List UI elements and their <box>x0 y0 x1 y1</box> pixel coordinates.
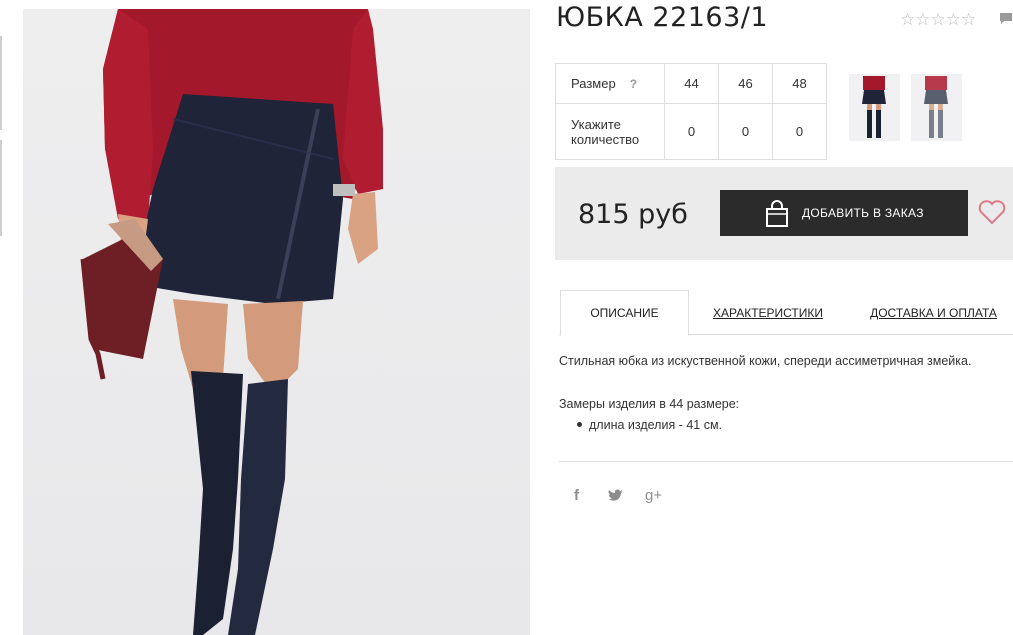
product-tabs: ОПИСАНИЕ ХАРАКТЕРИСТИКИ ДОСТАВКА И ОПЛАТ… <box>559 290 1013 336</box>
size-option-46: 46 <box>718 63 773 104</box>
size-quantity-table: Размер? 44 46 48 Укажите количество 0 0 … <box>555 63 827 160</box>
quantity-label-line2: количество <box>571 131 640 147</box>
googleplus-icon[interactable]: g+ <box>645 487 662 504</box>
size-help-icon[interactable]: ? <box>630 77 637 91</box>
gallery-edge-marker <box>0 36 2 130</box>
size-option-48: 48 <box>772 63 827 104</box>
measurements-title: Замеры изделия в 44 размере: <box>559 397 740 411</box>
facebook-icon[interactable]: f <box>574 487 579 504</box>
product-title: ЮБКА 22163/1 <box>556 2 769 33</box>
measurement-item-text: длина изделия - 41 см. <box>589 418 723 432</box>
measurement-item: длина изделия - 41 см. <box>577 418 722 432</box>
tab-description[interactable]: ОПИСАНИЕ <box>560 290 689 336</box>
size-option-44: 44 <box>664 63 719 104</box>
add-to-order-button[interactable]: ДОБАВИТЬ В ЗАКАЗ <box>720 190 968 236</box>
tab-delivery-payment[interactable]: ДОСТАВКА И ОПЛАТА <box>868 290 999 335</box>
divider <box>559 461 1013 462</box>
size-label-cell: Размер? <box>555 63 665 104</box>
bullet-icon <box>577 422 582 428</box>
comment-icon[interactable] <box>999 12 1013 26</box>
shopping-bag-icon <box>766 200 788 227</box>
twitter-icon[interactable] <box>608 489 624 502</box>
size-label: Размер <box>571 76 616 91</box>
quantity-label-line1: Укажите <box>571 116 621 132</box>
product-thumbnail-2[interactable] <box>911 74 962 141</box>
quantity-input-48[interactable]: 0 <box>772 103 827 160</box>
quantity-input-44[interactable]: 0 <box>664 103 719 160</box>
quantity-label-cell: Укажите количество <box>555 103 665 160</box>
price-box: 815 руб ДОБАВИТЬ В ЗАКАЗ <box>555 167 1013 260</box>
product-price: 815 руб <box>578 199 688 230</box>
product-thumbnail-1[interactable] <box>849 74 900 141</box>
product-main-image[interactable] <box>23 9 530 635</box>
tab-characteristics[interactable]: ХАРАКТЕРИСТИКИ <box>709 290 827 335</box>
add-to-order-label: ДОБАВИТЬ В ЗАКАЗ <box>802 206 924 220</box>
quantity-input-46[interactable]: 0 <box>718 103 773 160</box>
rating-stars[interactable]: ☆☆☆☆☆ <box>900 10 976 30</box>
product-description: Стильная юбка из искуственной кожи, спер… <box>559 354 972 368</box>
gallery-edge-marker <box>0 140 2 236</box>
heart-icon[interactable] <box>978 199 1006 225</box>
